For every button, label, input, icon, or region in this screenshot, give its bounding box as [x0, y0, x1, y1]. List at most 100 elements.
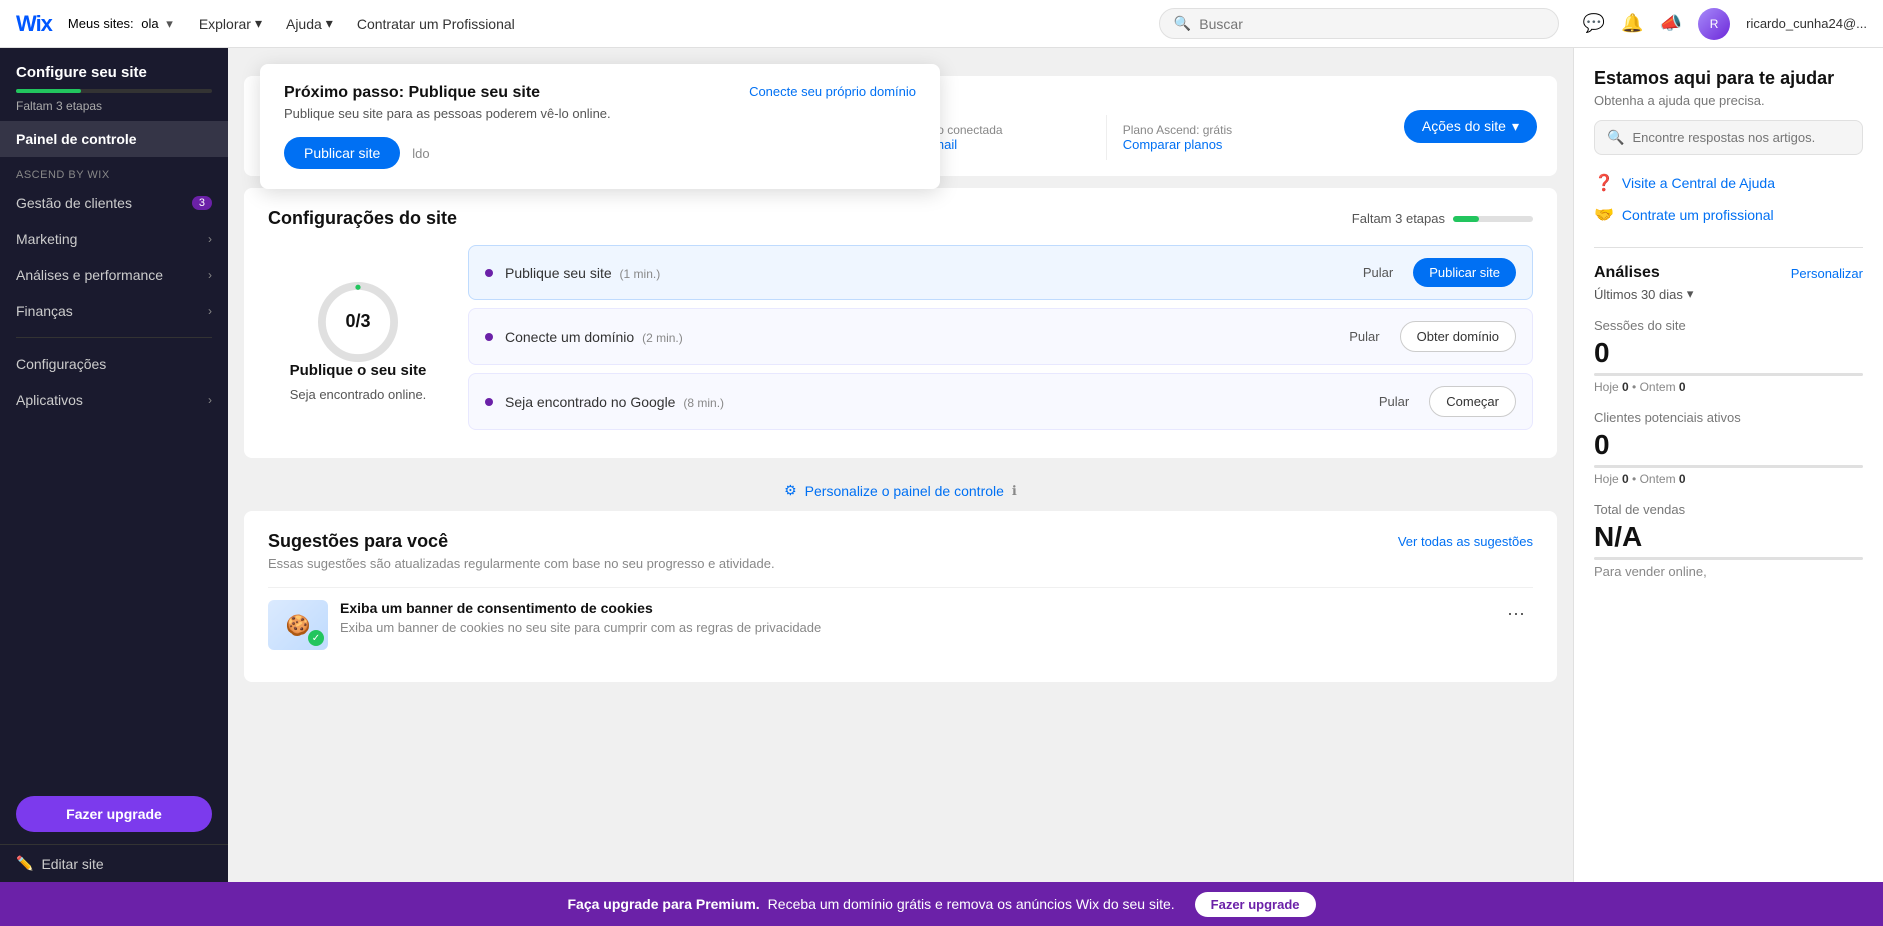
sidebar-item-painel-label: Painel de controle: [16, 131, 137, 147]
cookie-icon: 🍪: [286, 613, 311, 638]
suggestion-item-title: Exiba um banner de consentimento de cook…: [340, 600, 1487, 616]
chevron-right-icon: ›: [208, 393, 212, 407]
sidebar-item-aplicativos[interactable]: Aplicativos ›: [0, 382, 228, 418]
sidebar-steps-label: Faltam 3 etapas: [16, 99, 212, 113]
search-input[interactable]: [1199, 16, 1544, 32]
sidebar-item-financas[interactable]: Finanças ›: [0, 293, 228, 329]
task-google-name: Seja encontrado no Google (8 min.): [505, 394, 1359, 410]
metric-sales-sub: Para vender online,: [1594, 564, 1863, 579]
sidebar-ascend-label: Ascend by Wix: [0, 157, 228, 185]
chevron-down-icon: ▾: [1512, 118, 1519, 135]
help-search-input[interactable]: [1632, 130, 1850, 145]
sidebar-analises-label: Análises e performance: [16, 267, 163, 283]
wix-logo: Wix: [16, 11, 52, 37]
popup-subtitle: Publique seu site para as pessoas podere…: [284, 106, 611, 121]
search-icon: 🔍: [1607, 129, 1624, 146]
chevron-down-icon: ▾: [326, 15, 333, 32]
popup-publish-button[interactable]: Publicar site: [284, 137, 400, 169]
sidebar-upgrade-button[interactable]: Fazer upgrade: [16, 796, 212, 832]
suggestion-content: Exiba um banner de consentimento de cook…: [340, 600, 1487, 635]
popup-domain-area: Conecte seu próprio domínio: [749, 84, 916, 99]
meta-ascend-link[interactable]: Comparar planos: [1123, 137, 1392, 152]
config-progress-fill: [1453, 216, 1479, 222]
task-dot: [485, 269, 493, 277]
metric-leads-sub: Hoje 0 • Ontem 0: [1594, 472, 1863, 486]
config-circle-area: 0/3 Publique o seu site Seja encontrado …: [268, 245, 448, 438]
config-task-google: Seja encontrado no Google (8 min.) Pular…: [468, 373, 1533, 430]
chevron-down-icon[interactable]: ▾: [166, 16, 173, 31]
popup-domain-link[interactable]: Conecte seu próprio domínio: [749, 84, 916, 99]
meta-ascend-label: Plano Ascend: grátis: [1123, 123, 1392, 137]
metric-sessions-value: 0: [1594, 337, 1863, 369]
sidebar-edit-site[interactable]: ✏️ Editar site: [0, 844, 228, 882]
sidebar: Configure seu site Faltam 3 etapas Paine…: [0, 48, 228, 882]
task-domain-skip[interactable]: Pular: [1341, 325, 1387, 348]
config-task-publish: Publique seu site (1 min.) Pular Publica…: [468, 245, 1533, 300]
task-publish-skip[interactable]: Pular: [1355, 261, 1401, 284]
sidebar-item-painel[interactable]: Painel de controle: [0, 121, 228, 157]
metric-sales-bar: [1594, 557, 1863, 560]
avatar[interactable]: R: [1698, 8, 1730, 40]
upgrade-bar-text-normal: Receba um domínio grátis e remova os anú…: [768, 896, 1175, 912]
sidebar-item-analises[interactable]: Análises e performance ›: [0, 257, 228, 293]
help-central-label: Visite a Central de Ajuda: [1622, 175, 1775, 191]
suggestions-all-link[interactable]: Ver todas as sugestões: [1398, 534, 1533, 549]
metric-sales-label: Total de vendas: [1594, 502, 1863, 517]
sidebar-item-configuracoes[interactable]: Configurações: [0, 346, 228, 382]
help-title: Estamos aqui para te ajudar: [1594, 68, 1863, 89]
sidebar-financas-label: Finanças: [16, 303, 73, 319]
nav-contratar[interactable]: Contratar um Profissional: [347, 9, 525, 38]
sidebar-item-marketing[interactable]: Marketing ›: [0, 221, 228, 257]
sidebar-progress-fill: [16, 89, 81, 93]
suggestion-more-button[interactable]: ⋯: [1499, 600, 1533, 629]
config-tasks: Publique seu site (1 min.) Pular Publica…: [468, 245, 1533, 438]
config-card: Configurações do site Faltam 3 etapas 0/…: [244, 188, 1557, 458]
upgrade-bar-text-bold: Faça upgrade para Premium.: [567, 896, 759, 912]
chevron-down-icon: ▾: [255, 15, 262, 32]
suggestions-header: Sugestões para você Ver todas as sugestõ…: [268, 531, 1533, 552]
chevron-right-icon: ›: [208, 232, 212, 246]
config-circle-text: 0/3: [345, 311, 370, 332]
task-publish-button[interactable]: Publicar site: [1413, 258, 1516, 287]
task-google-skip[interactable]: Pular: [1371, 390, 1417, 413]
analytics-metric-sales: Total de vendas N/A Para vender online,: [1594, 502, 1863, 579]
analytics-period[interactable]: Últimos 30 dias ▾: [1594, 286, 1863, 302]
help-professional-label: Contrate um profissional: [1622, 207, 1774, 223]
nav-ajuda[interactable]: Ajuda▾: [276, 9, 343, 38]
metric-leads-label: Clientes potenciais ativos: [1594, 410, 1863, 425]
help-search-bar[interactable]: 🔍: [1594, 120, 1863, 155]
analytics-customize-link[interactable]: Personalizar: [1791, 266, 1863, 281]
notifications-icon[interactable]: 🔔: [1621, 13, 1643, 34]
suggestions-title: Sugestões para você: [268, 531, 448, 552]
actions-site-button[interactable]: Ações do site ▾: [1404, 110, 1537, 143]
sidebar-item-gestao[interactable]: Gestão de clientes 3: [0, 185, 228, 221]
popup-card: Próximo passo: Publique seu site Publiqu…: [260, 64, 940, 189]
help-professional-link[interactable]: 🤝 Contrate um profissional: [1594, 199, 1863, 231]
nav-explorar[interactable]: Explorar▾: [189, 9, 272, 38]
config-card-steps: Faltam 3 etapas: [1352, 211, 1533, 226]
config-card-header: Configurações do site Faltam 3 etapas: [268, 208, 1533, 229]
right-panel: Estamos aqui para te ajudar Obtenha a aj…: [1573, 48, 1883, 882]
analytics-metric-leads: Clientes potenciais ativos 0 Hoje 0 • On…: [1594, 410, 1863, 486]
task-dot: [485, 333, 493, 341]
main-nav: Explorar▾ Ajuda▾ Contratar um Profission…: [189, 9, 525, 38]
search-bar[interactable]: 🔍: [1159, 8, 1559, 39]
megaphone-icon[interactable]: 📣: [1660, 13, 1682, 34]
question-icon: ❓: [1594, 173, 1614, 193]
personalize-bar[interactable]: ⚙ Personalize o painel de controle ℹ: [244, 470, 1557, 511]
help-subtitle: Obtenha a ajuda que precisa.: [1594, 93, 1863, 108]
panel-divider: [1594, 247, 1863, 248]
help-central-link[interactable]: ❓ Visite a Central de Ajuda: [1594, 167, 1863, 199]
sidebar-configuracoes-label: Configurações: [16, 356, 106, 372]
metric-leads-bar: [1594, 465, 1863, 468]
chevron-right-icon: ›: [208, 304, 212, 318]
sliders-icon: ⚙: [784, 482, 797, 499]
chevron-right-icon: ›: [208, 268, 212, 282]
task-domain-name: Conecte um domínio (2 min.): [505, 329, 1329, 345]
task-google-button[interactable]: Começar: [1429, 386, 1516, 417]
messages-icon[interactable]: 💬: [1583, 13, 1605, 34]
sidebar-progress-track: [16, 89, 212, 93]
task-domain-button[interactable]: Obter domínio: [1400, 321, 1516, 352]
sidebar-gestao-label: Gestão de clientes: [16, 195, 132, 211]
upgrade-bar-button[interactable]: Fazer upgrade: [1195, 892, 1316, 917]
